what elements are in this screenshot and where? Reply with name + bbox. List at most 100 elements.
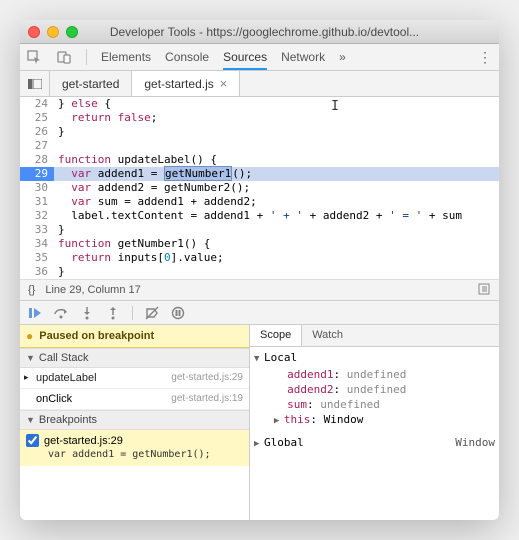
scope-this[interactable]: ▶this: Window bbox=[254, 412, 495, 429]
code-text[interactable]: } bbox=[54, 265, 65, 279]
coverage-toggle-icon[interactable] bbox=[477, 283, 491, 298]
code-text[interactable]: return inputs[0].value; bbox=[54, 251, 224, 265]
line-number[interactable]: 29 bbox=[20, 167, 54, 181]
code-line[interactable]: 25 return false; bbox=[20, 111, 499, 125]
close-tab-icon[interactable]: × bbox=[220, 76, 228, 91]
code-line[interactable]: 36} bbox=[20, 265, 499, 279]
scope-local-header[interactable]: ▼Local bbox=[254, 350, 495, 367]
titlebar[interactable]: Developer Tools - https://googlechrome.g… bbox=[20, 20, 499, 44]
step-out-icon[interactable] bbox=[104, 304, 122, 322]
line-number[interactable]: 31 bbox=[20, 195, 54, 209]
menu-kebab-icon[interactable]: ⋮ bbox=[478, 49, 493, 66]
code-line[interactable]: 29 var addend1 = getNumber1(); bbox=[20, 167, 499, 181]
call-stack-frame[interactable]: onClickget-started.js:19 bbox=[20, 389, 249, 410]
file-tab-get-started[interactable]: get-started bbox=[50, 71, 132, 96]
scope-global[interactable]: ▶GlobalWindow bbox=[254, 435, 495, 452]
cursor-position: Line 29, Column 17 bbox=[45, 284, 140, 296]
device-toggle-icon[interactable] bbox=[56, 49, 72, 65]
code-text[interactable]: return false; bbox=[54, 111, 157, 125]
window-title: Developer Tools - https://googlechrome.g… bbox=[38, 25, 491, 39]
line-number[interactable]: 28 bbox=[20, 153, 54, 167]
breakpoints-list: get-started.js:29var addend1 = getNumber… bbox=[20, 430, 249, 466]
debugger-panels: ● Paused on breakpoint ▼ Call Stack upda… bbox=[20, 325, 499, 520]
resume-button-icon[interactable] bbox=[26, 304, 44, 322]
tab-network[interactable]: Network bbox=[281, 44, 325, 70]
debugger-separator bbox=[132, 306, 133, 320]
editor-status-bar: {} Line 29, Column 17 bbox=[20, 279, 499, 301]
deactivate-breakpoints-icon[interactable] bbox=[143, 304, 161, 322]
pretty-print-icon[interactable]: {} bbox=[28, 284, 35, 296]
paused-banner: ● Paused on breakpoint bbox=[20, 325, 249, 348]
line-number[interactable]: 36 bbox=[20, 265, 54, 279]
breakpoint-item[interactable]: get-started.js:29var addend1 = getNumber… bbox=[20, 430, 249, 466]
code-line[interactable]: 30 var addend2 = getNumber2(); bbox=[20, 181, 499, 195]
toolbar-separator bbox=[86, 49, 87, 65]
code-line[interactable]: 28function updateLabel() { bbox=[20, 153, 499, 167]
line-number[interactable]: 25 bbox=[20, 111, 54, 125]
line-number[interactable]: 34 bbox=[20, 237, 54, 251]
tab-elements[interactable]: Elements bbox=[101, 44, 151, 70]
call-stack-header[interactable]: ▼ Call Stack bbox=[20, 348, 249, 368]
code-line[interactable]: 24} else { bbox=[20, 97, 499, 111]
scope-variable[interactable]: sum: undefined bbox=[254, 397, 495, 412]
disclosure-triangle-icon: ▼ bbox=[26, 353, 35, 363]
code-text[interactable]: } bbox=[54, 125, 65, 139]
code-text[interactable]: } bbox=[54, 223, 65, 237]
code-line[interactable]: 26} bbox=[20, 125, 499, 139]
file-tab-get-started-js[interactable]: get-started.js × bbox=[132, 71, 240, 96]
code-line[interactable]: 32 label.textContent = addend1 + ' + ' +… bbox=[20, 209, 499, 223]
code-text[interactable]: function updateLabel() { bbox=[54, 153, 217, 167]
devtools-window: Developer Tools - https://googlechrome.g… bbox=[20, 20, 499, 520]
warning-icon: ● bbox=[26, 329, 33, 343]
line-number[interactable]: 24 bbox=[20, 97, 54, 111]
line-number[interactable]: 27 bbox=[20, 139, 54, 153]
code-text[interactable]: var sum = addend1 + addend2; bbox=[54, 195, 257, 209]
code-text[interactable]: label.textContent = addend1 + ' + ' + ad… bbox=[54, 209, 462, 223]
code-line[interactable]: 27 bbox=[20, 139, 499, 153]
line-number[interactable]: 35 bbox=[20, 251, 54, 265]
debugger-toolbar bbox=[20, 301, 499, 325]
code-text[interactable]: var addend2 = getNumber2(); bbox=[54, 181, 250, 195]
code-line[interactable]: 33} bbox=[20, 223, 499, 237]
tabs-overflow[interactable]: » bbox=[339, 44, 346, 70]
tab-console[interactable]: Console bbox=[165, 44, 209, 70]
scope-variable[interactable]: addend2: undefined bbox=[254, 382, 495, 397]
code-text[interactable] bbox=[54, 139, 58, 153]
scope-watch-tabs: Scope Watch bbox=[250, 325, 499, 347]
code-text[interactable]: function getNumber1() { bbox=[54, 237, 210, 251]
file-tab-bar: get-started get-started.js × bbox=[20, 71, 499, 97]
inspect-element-icon[interactable] bbox=[26, 49, 42, 65]
text-cursor-caret: I bbox=[331, 99, 339, 114]
main-toolbar: Elements Console Sources Network » ⋮ bbox=[20, 44, 499, 71]
step-into-icon[interactable] bbox=[78, 304, 96, 322]
breakpoint-checkbox[interactable] bbox=[26, 434, 39, 447]
call-stack-label: Call Stack bbox=[39, 352, 89, 364]
call-stack-frame[interactable]: updateLabelget-started.js:29 bbox=[20, 368, 249, 389]
tab-scope[interactable]: Scope bbox=[250, 325, 302, 346]
tab-sources[interactable]: Sources bbox=[223, 44, 267, 70]
file-tab-label: get-started bbox=[62, 77, 119, 91]
code-text[interactable]: } else { bbox=[54, 97, 111, 111]
scope-variable[interactable]: addend1: undefined bbox=[254, 367, 495, 382]
disclosure-triangle-icon: ▼ bbox=[26, 415, 35, 425]
line-number[interactable]: 26 bbox=[20, 125, 54, 139]
navigator-toggle-icon[interactable] bbox=[20, 71, 50, 96]
call-stack-list: updateLabelget-started.js:29onClickget-s… bbox=[20, 368, 249, 410]
breakpoints-label: Breakpoints bbox=[39, 414, 97, 426]
scope-tree[interactable]: ▼Local addend1: undefined addend2: undef… bbox=[250, 347, 499, 520]
file-tab-label: get-started.js bbox=[144, 77, 213, 91]
left-debug-pane: ● Paused on breakpoint ▼ Call Stack upda… bbox=[20, 325, 250, 520]
line-number[interactable]: 33 bbox=[20, 223, 54, 237]
code-editor[interactable]: I 24} else {25 return false;26}2728funct… bbox=[20, 97, 499, 279]
right-debug-pane: Scope Watch ▼Local addend1: undefined ad… bbox=[250, 325, 499, 520]
code-line[interactable]: 35 return inputs[0].value; bbox=[20, 251, 499, 265]
line-number[interactable]: 30 bbox=[20, 181, 54, 195]
pause-exceptions-icon[interactable] bbox=[169, 304, 187, 322]
code-line[interactable]: 34function getNumber1() { bbox=[20, 237, 499, 251]
breakpoints-header[interactable]: ▼ Breakpoints bbox=[20, 410, 249, 430]
code-text[interactable]: var addend1 = getNumber1(); bbox=[54, 167, 252, 181]
line-number[interactable]: 32 bbox=[20, 209, 54, 223]
tab-watch[interactable]: Watch bbox=[302, 325, 353, 346]
step-over-icon[interactable] bbox=[52, 304, 70, 322]
code-line[interactable]: 31 var sum = addend1 + addend2; bbox=[20, 195, 499, 209]
